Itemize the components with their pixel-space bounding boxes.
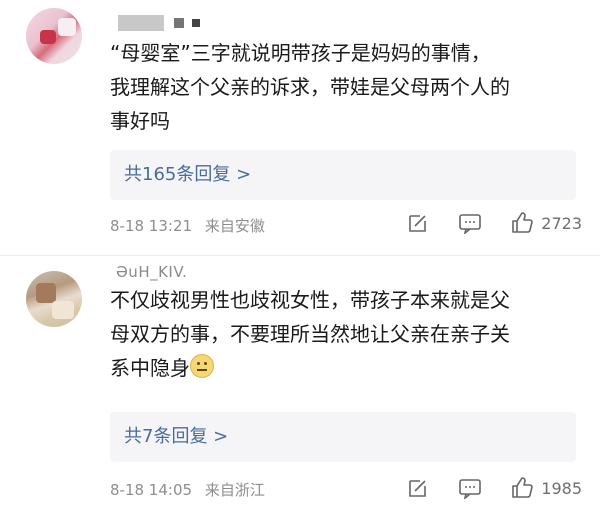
divider	[0, 255, 600, 256]
view-replies-button[interactable]: 共165条回复 >	[110, 150, 576, 200]
avatar[interactable]	[26, 271, 82, 327]
comment-item: “母婴室”三字就说明带孩子是妈妈的事情， 我理解这个父亲的诉求，带娃是父母两个人…	[0, 0, 600, 255]
comment-icon[interactable]	[457, 475, 483, 501]
username-redacted[interactable]	[118, 12, 200, 31]
avatar[interactable]	[26, 8, 82, 64]
thumbs-up-icon[interactable]	[509, 475, 535, 501]
share-edit-icon[interactable]	[405, 210, 431, 236]
comment-meta: 8-18 14:05 来自浙江	[110, 479, 265, 500]
comment-actions: 1985	[379, 475, 582, 501]
location: 来自浙江	[204, 481, 265, 499]
comment-text: “母婴室”三字就说明带孩子是妈妈的事情， 我理解这个父亲的诉求，带娃是父母两个人…	[110, 36, 590, 138]
thumbs-up-icon[interactable]	[509, 210, 535, 236]
comment-line: 我理解这个父亲的诉求，带娃是父母两个人的	[110, 75, 510, 99]
timestamp: 8-18 13:21	[110, 217, 193, 235]
comment-item: ƏuH_KIV. 不仅歧视男性也歧视女性，带孩子本来就是父 母双方的事，不要理所…	[0, 257, 600, 515]
comment-line: 事好吗	[110, 109, 170, 133]
timestamp: 8-18 14:05	[110, 481, 193, 499]
view-replies-button[interactable]: 共7条回复 >	[110, 412, 576, 462]
comment-actions: 2723	[379, 210, 582, 236]
comment-meta: 8-18 13:21 来自安徽	[110, 215, 265, 236]
share-edit-icon[interactable]	[405, 475, 431, 501]
like-count: 1985	[541, 478, 582, 498]
comment-icon[interactable]	[457, 210, 483, 236]
comment-line: 不仅歧视男性也歧视女性，带孩子本来就是父	[110, 288, 510, 312]
smile-emoji-icon	[190, 354, 214, 378]
like-count: 2723	[541, 213, 582, 233]
comment-line: 系中隐身	[110, 351, 590, 385]
comment-line: 母双方的事，不要理所当然地让父亲在亲子关	[110, 322, 510, 346]
username[interactable]: ƏuH_KIV.	[116, 263, 187, 281]
comment-line-text: 系中隐身	[110, 356, 190, 380]
comment-line: “母婴室”三字就说明带孩子是妈妈的事情，	[110, 41, 491, 65]
comment-text: 不仅歧视男性也歧视女性，带孩子本来就是父 母双方的事，不要理所当然地让父亲在亲子…	[110, 283, 590, 385]
location: 来自安徽	[204, 217, 265, 235]
